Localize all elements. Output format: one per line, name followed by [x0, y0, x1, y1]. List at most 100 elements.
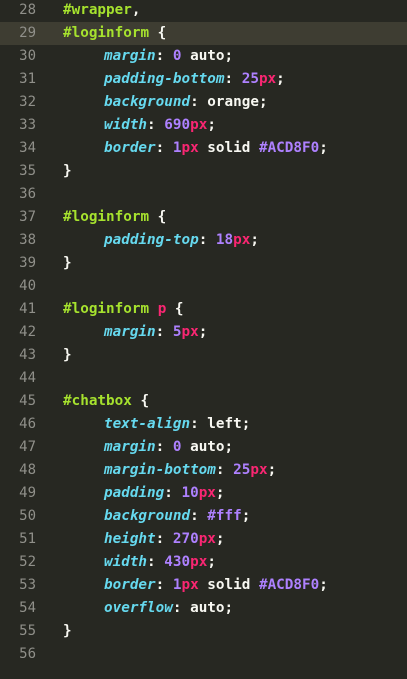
- css-color-value: #ACD8F0: [258, 140, 320, 156]
- code-line[interactable]: 38 padding-top: 18px;: [0, 229, 407, 252]
- code-line[interactable]: 53 border: 1px solid #ACD8F0;: [0, 574, 407, 597]
- code-text: }: [63, 252, 72, 275]
- css-property: width: [104, 117, 148, 133]
- css-property: padding: [104, 485, 165, 501]
- code-text: }: [63, 160, 72, 183]
- css-number: 10: [181, 485, 199, 501]
- code-line[interactable]: 47 margin: 0 auto;: [0, 436, 407, 459]
- closing-brace: }: [63, 255, 72, 271]
- css-property: padding-top: [104, 232, 199, 248]
- code-editor[interactable]: 28 #wrapper, 29 #loginform {30 margin: 0 aut…: [0, 0, 407, 679]
- code-line[interactable]: 34 border: 1px solid #ACD8F0;: [0, 137, 407, 160]
- css-number: 270: [172, 531, 199, 547]
- code-line[interactable]: 40: [0, 275, 407, 298]
- code-text: border: 1px solid #ACD8F0;: [104, 140, 328, 156]
- css-value: left;: [207, 416, 251, 432]
- code-text: width: 430px;: [104, 554, 216, 570]
- code-line[interactable]: 51 height: 270px;: [0, 528, 407, 551]
- css-selector: #loginform: [63, 301, 150, 317]
- code-line[interactable]: 48 margin-bottom: 25px;: [0, 459, 407, 482]
- line-number: 29: [19, 25, 36, 41]
- css-selector: #loginform: [63, 25, 150, 41]
- css-value: ;: [319, 577, 328, 593]
- css-property: height: [104, 531, 156, 547]
- code-line[interactable]: 49 padding: 10px;: [0, 482, 407, 505]
- code-line[interactable]: 33 width: 690px;: [0, 114, 407, 137]
- line-number: 46: [19, 416, 36, 432]
- code-text: padding-bottom: 25px;: [104, 71, 285, 87]
- code-line[interactable]: 37 #loginform {: [0, 206, 407, 229]
- code-text: margin: 0 auto;: [104, 48, 234, 64]
- code-text: height: 270px;: [104, 531, 225, 547]
- css-number: 25: [233, 462, 251, 478]
- line-number: 33: [19, 117, 36, 133]
- line-number: 52: [19, 554, 36, 570]
- code-text: }: [63, 344, 72, 367]
- code-text: #loginform {: [63, 22, 166, 45]
- line-number: 34: [19, 140, 36, 156]
- code-line[interactable]: 39}: [0, 252, 407, 275]
- line-number: 36: [19, 186, 36, 202]
- line-number: 44: [19, 370, 36, 386]
- code-line[interactable]: 31 padding-bottom: 25px;: [0, 68, 407, 91]
- code-text: border: 1px solid #ACD8F0;: [104, 577, 328, 593]
- code-line[interactable]: 35}: [0, 160, 407, 183]
- code-text: margin-bottom: 25px;: [104, 462, 277, 478]
- code-line[interactable]: 54 overflow: auto;: [0, 597, 407, 620]
- line-number: 53: [19, 577, 36, 593]
- css-selector: #loginform: [63, 209, 150, 225]
- closing-brace: }: [63, 347, 72, 363]
- code-text: margin: 5px;: [104, 324, 208, 340]
- code-line[interactable]: 56: [0, 643, 407, 666]
- css-keyword: solid: [198, 577, 259, 593]
- code-line[interactable]: 45 #chatbox {: [0, 390, 407, 413]
- css-color-value: #ACD8F0: [258, 577, 320, 593]
- punctuation: {: [166, 301, 184, 317]
- code-line[interactable]: 43}: [0, 344, 407, 367]
- css-property: background: [104, 94, 191, 110]
- css-selector: #wrapper: [63, 2, 132, 18]
- code-line[interactable]: 42 margin: 5px;: [0, 321, 407, 344]
- code-text: overflow: auto;: [104, 600, 234, 616]
- line-number: 28: [19, 2, 36, 18]
- css-tag-selector: p: [157, 301, 167, 317]
- css-keyword: solid: [198, 140, 259, 156]
- code-line[interactable]: 36: [0, 183, 407, 206]
- css-value: ;: [198, 324, 208, 340]
- line-number: 39: [19, 255, 36, 271]
- closing-brace: }: [63, 163, 72, 179]
- code-line[interactable]: 29 #loginform {: [0, 22, 407, 45]
- code-text: background: orange;: [104, 94, 268, 110]
- code-line[interactable]: 30 margin: 0 auto;: [0, 45, 407, 68]
- code-text: background: #fff;: [104, 508, 251, 524]
- css-number: 690: [164, 117, 191, 133]
- css-value: ;: [241, 508, 251, 524]
- code-text: }: [63, 620, 72, 643]
- line-number: 32: [19, 94, 36, 110]
- css-property: padding-bottom: [104, 71, 225, 87]
- code-text: #loginform {: [63, 206, 166, 229]
- code-line[interactable]: 46 text-align: left;: [0, 413, 407, 436]
- css-value: ;: [215, 531, 225, 547]
- line-number: 55: [19, 623, 36, 639]
- css-unit: px: [181, 324, 199, 340]
- code-line[interactable]: 50 background: #fff;: [0, 505, 407, 528]
- line-number: 56: [19, 646, 36, 662]
- css-property: overflow: [104, 600, 173, 616]
- code-line[interactable]: 32 background: orange;: [0, 91, 407, 114]
- line-number: 31: [19, 71, 36, 87]
- line-number: 37: [19, 209, 36, 225]
- css-property: border: [104, 140, 156, 156]
- code-line[interactable]: 28 #wrapper,: [0, 0, 407, 22]
- css-property: margin: [104, 439, 156, 455]
- line-number: 50: [19, 508, 36, 524]
- css-value: ;: [207, 117, 216, 133]
- css-unit: px: [181, 140, 199, 156]
- css-unit: px: [258, 71, 277, 87]
- code-line[interactable]: 41 #loginform p {: [0, 298, 407, 321]
- code-text: #loginform p {: [63, 298, 184, 321]
- code-line[interactable]: 55}: [0, 620, 407, 643]
- code-text: #wrapper,: [63, 0, 140, 22]
- code-line[interactable]: 44: [0, 367, 407, 390]
- code-line[interactable]: 52 width: 430px;: [0, 551, 407, 574]
